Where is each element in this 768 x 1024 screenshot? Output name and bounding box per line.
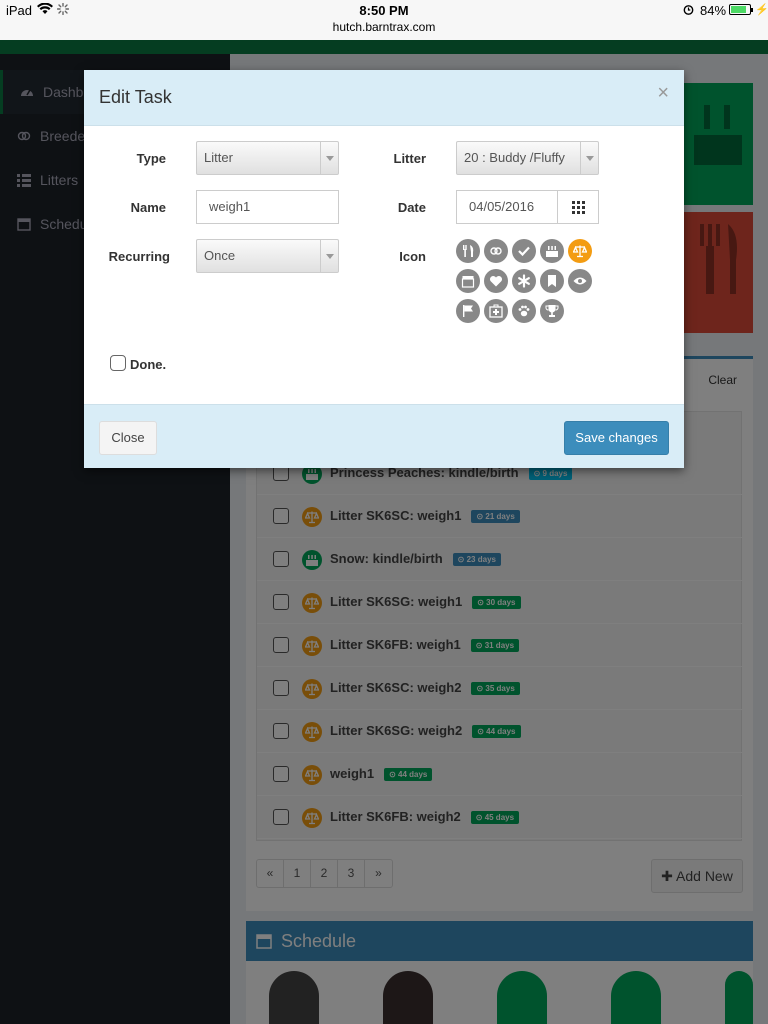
flag-icon[interactable] bbox=[456, 299, 480, 323]
venus-mars-icon[interactable] bbox=[484, 239, 508, 263]
calendar-icon[interactable] bbox=[456, 269, 480, 293]
check-icon[interactable] bbox=[512, 239, 536, 263]
recurring-label: Recurring bbox=[108, 249, 170, 264]
modal-title: Edit Task bbox=[99, 87, 172, 107]
litter-label: Litter bbox=[393, 151, 427, 166]
close-button[interactable]: Close bbox=[99, 421, 157, 455]
cutlery-icon[interactable] bbox=[456, 239, 480, 263]
modal-header: Edit Task × bbox=[84, 70, 684, 126]
battery-icon bbox=[729, 4, 753, 15]
litter-select-value: 20 : Buddy /Fluffy bbox=[464, 150, 565, 165]
eye-icon[interactable] bbox=[568, 269, 592, 293]
type-select-value: Litter bbox=[204, 150, 233, 165]
heart-icon[interactable] bbox=[484, 269, 508, 293]
paw-icon[interactable] bbox=[512, 299, 536, 323]
recurring-select-value: Once bbox=[204, 248, 236, 263]
url-bar[interactable]: hutch.barntrax.com bbox=[0, 20, 768, 34]
alarm-icon bbox=[683, 5, 694, 15]
date-input[interactable]: 04/05/2016 bbox=[456, 190, 558, 224]
save-changes-button[interactable]: Save changes bbox=[564, 421, 669, 455]
name-input[interactable]: weigh1 bbox=[196, 190, 339, 224]
modal-footer: Close Save changes bbox=[84, 404, 684, 468]
edit-task-modal: Edit Task × Type Litter Litter 20 : Budd… bbox=[84, 70, 684, 468]
icon-label: Icon bbox=[399, 249, 426, 264]
trophy-icon[interactable] bbox=[540, 299, 564, 323]
chevron-down-icon bbox=[320, 240, 338, 272]
date-label: Date bbox=[397, 200, 426, 215]
type-select[interactable]: Litter bbox=[196, 141, 339, 175]
charging-icon: ⚡ bbox=[755, 4, 768, 16]
close-icon[interactable]: × bbox=[657, 83, 669, 103]
type-label: Type bbox=[136, 151, 166, 166]
bookmark-icon[interactable] bbox=[540, 269, 564, 293]
battery-percent: 84% bbox=[700, 3, 727, 18]
recurring-select[interactable]: Once bbox=[196, 239, 339, 273]
chevron-down-icon bbox=[320, 142, 338, 174]
battery-level bbox=[731, 6, 746, 13]
litter-select[interactable]: 20 : Buddy /Fluffy bbox=[456, 141, 599, 175]
ios-status-bar: iPad 8:50 PM hutch.barntrax.com 84% ⚡ bbox=[0, 0, 768, 40]
name-label: Name bbox=[130, 200, 166, 215]
date-picker-button[interactable] bbox=[557, 190, 599, 224]
grid-icon bbox=[572, 201, 585, 214]
done-checkbox[interactable] bbox=[110, 355, 126, 371]
asterisk-icon[interactable] bbox=[512, 269, 536, 293]
clock: 8:50 PM bbox=[359, 3, 409, 18]
done-label: Done. bbox=[130, 357, 167, 372]
birthday-cake-icon[interactable] bbox=[540, 239, 564, 263]
chevron-down-icon bbox=[580, 142, 598, 174]
medkit-icon[interactable] bbox=[484, 299, 508, 323]
balance-scale-icon[interactable] bbox=[568, 239, 592, 263]
